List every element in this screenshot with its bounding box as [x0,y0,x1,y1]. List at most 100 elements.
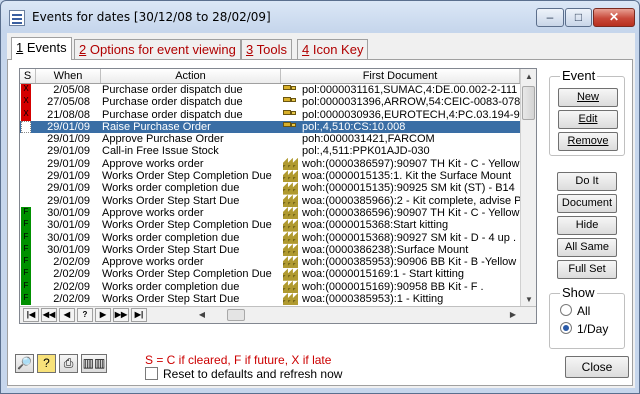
factory-icon [283,194,298,207]
app-icon [9,10,25,26]
find-icon[interactable]: 🔎 [15,354,34,373]
scroll-thumb[interactable] [522,86,535,120]
nav-first-button[interactable]: |◀ [23,308,39,322]
close-button[interactable]: Close [565,356,629,378]
title-bar: Events for dates [30/12/08 to 28/02/09] … [1,1,639,33]
first-document-cell: pol:0000031396,ARROW,54:CEIC-0083-078sm [302,96,522,109]
when-cell: 29/01/09 [47,120,90,133]
help-icon[interactable]: ? [37,354,56,373]
action-cell: Purchase order dispatch due [102,96,243,109]
when-cell: 30/01/09 [47,231,90,244]
close-window-button[interactable]: ✕ [593,8,635,27]
doc-type-cell [282,293,300,306]
when-cell: 21/08/08 [47,108,90,121]
status-cell [20,182,34,194]
doc-type-cell [282,96,300,108]
nav-search-button[interactable]: ? [77,308,93,322]
columns-icon[interactable]: ▥▥ [81,354,107,373]
scroll-left-arrow[interactable]: ◀ [195,308,209,322]
vertical-scrollbar[interactable]: ▲ ▼ [520,69,536,308]
col-header-first-document[interactable]: First Document [281,69,520,83]
show-1day-radio[interactable]: 1/Day [560,322,608,336]
show-all-radio[interactable]: All [560,304,590,318]
table-row[interactable]: F 30/01/09 Approve works order woh:(0000386… [20,206,522,220]
all-same-button[interactable]: All Same [557,238,617,257]
factory-icon [283,243,298,257]
factory-icon [283,268,298,281]
status-cell: F [20,293,34,306]
doc-type-cell [282,170,300,183]
action-cell: Works Order Step Completion Due [102,219,272,232]
radio-all-dot[interactable] [560,304,572,316]
status-badge: X [21,96,31,109]
nav-prev-button[interactable]: ◀ [59,308,75,322]
table-row[interactable]: F 2/02/09 Works Order Step Start Due woa:(0… [20,293,520,306]
when-cell: 2/02/09 [53,268,90,281]
status-cell: X [20,84,34,97]
nav-last-button[interactable]: ▶| [131,308,147,322]
reset-checkbox[interactable]: Reset to defaults and refresh now [145,367,342,381]
grid-rows: X 2/05/08 Purchase order dispatch due pol:0… [20,84,522,306]
do-it-button[interactable]: Do It [557,172,617,191]
tab-events[interactable]: 1 Events [11,37,72,60]
table-row[interactable]: 29/01/09 Works order completion due woh:(0… [20,182,520,195]
table-row[interactable]: 29/01/09 Raise Purchase Order pol:,4,510:C… [20,120,520,134]
table-row[interactable]: 29/01/09 Works Order Step Start Due woa:(0… [20,194,522,207]
scroll-right-arrow[interactable]: ▶ [506,308,520,322]
table-row[interactable]: F 2/02/09 Approve works order woh:(00003859… [20,256,522,269]
action-cell: Works order completion due [102,182,240,195]
scroll-up-arrow[interactable]: ▲ [521,69,536,85]
col-header-when[interactable]: When [36,69,101,83]
tab-tools[interactable]: 3 Tools [241,39,292,59]
new-button[interactable]: New [558,88,618,107]
when-cell: 27/05/08 [47,96,90,109]
table-row[interactable]: X 27/05/08 Purchase order dispatch due pol:… [20,96,522,109]
reset-checkbox-box[interactable] [145,367,158,380]
action-cell: Works order completion due [102,231,240,244]
table-row[interactable]: F 30/01/09 Works Order Step Completion Due… [20,219,520,232]
table-row[interactable]: X 21/08/08 Purchase order dispatch due pol:… [20,108,522,121]
col-header-action[interactable]: Action [101,69,281,83]
edit-button[interactable]: Edit [558,110,618,129]
table-row[interactable]: 29/01/09 Call-in Free Issue Stock pol:,4,5… [20,145,520,157]
nav-next-button[interactable]: ▶ [95,308,111,322]
tab-options[interactable]: 2 Options for event viewing [74,39,241,59]
table-row[interactable]: X 2/05/08 Purchase order dispatch due pol:0… [20,84,520,97]
action-cell: Purchase order dispatch due [102,108,243,121]
table-row[interactable]: F 2/02/09 Works Order Step Completion Due w… [20,268,520,281]
table-row[interactable]: F 30/01/09 Works Order Step Start Due woa:(… [20,243,520,257]
first-document-cell: woh:(0000015368):90927 SM kit - D - 4 up… [302,231,517,244]
events-grid[interactable]: S When Action First Document X 2/05/08 Pur… [19,68,537,324]
first-document-cell: woa:(0000015368:Start kitting [302,219,449,232]
document-button[interactable]: Document [557,194,617,213]
hscroll-thumb[interactable] [227,309,245,321]
table-row[interactable]: F 30/01/09 Works order completion due woh:(… [20,231,520,244]
print-icon[interactable]: ⎙ [59,354,78,373]
horizontal-scrollbar[interactable]: ◀ ▶ [195,308,520,322]
action-cell: Works Order Step Start Due [102,194,240,207]
hide-button[interactable]: Hide [557,216,617,235]
first-document-cell: pol:,4,510:CS:10.008 [302,120,406,133]
minimize-button[interactable]: – [536,8,564,27]
first-document-cell: pol:0000030936,EUROTECH,4:PC.03.194-911 [302,108,522,121]
tab-icon-key[interactable]: 4 Icon Key [297,39,369,59]
table-row[interactable]: F 2/02/09 Works order completion due woh:(0… [20,280,520,294]
doc-type-cell [282,256,300,269]
table-row[interactable]: 29/01/09 Approve works order woh:(00003865… [20,157,522,171]
truck-icon [283,96,297,108]
table-row[interactable]: 29/01/09 Works Order Step Completion Due w… [20,170,520,183]
nav-next-page-button[interactable]: ▶▶ [113,308,129,322]
col-header-s[interactable]: S [20,69,36,83]
table-row[interactable]: 29/01/09 Approve Purchase Order poh:000003… [20,133,520,145]
maximize-button[interactable]: □ [565,8,592,27]
first-document-cell: woh:(0000386597):90907 TH Kit - C - Yell… [302,157,522,170]
remove-button[interactable]: Remove [558,132,618,151]
action-cell: Works Order Step Completion Due [102,170,272,183]
truck-icon [283,121,297,133]
first-document-cell: woa:(0000386238):Surface Mount [302,243,469,256]
doc-type-cell [282,145,300,157]
radio-1day-dot[interactable] [560,322,572,334]
full-set-button[interactable]: Full Set [557,260,617,279]
nav-prev-page-button[interactable]: ◀◀ [41,308,57,322]
factory-icon [283,219,298,232]
